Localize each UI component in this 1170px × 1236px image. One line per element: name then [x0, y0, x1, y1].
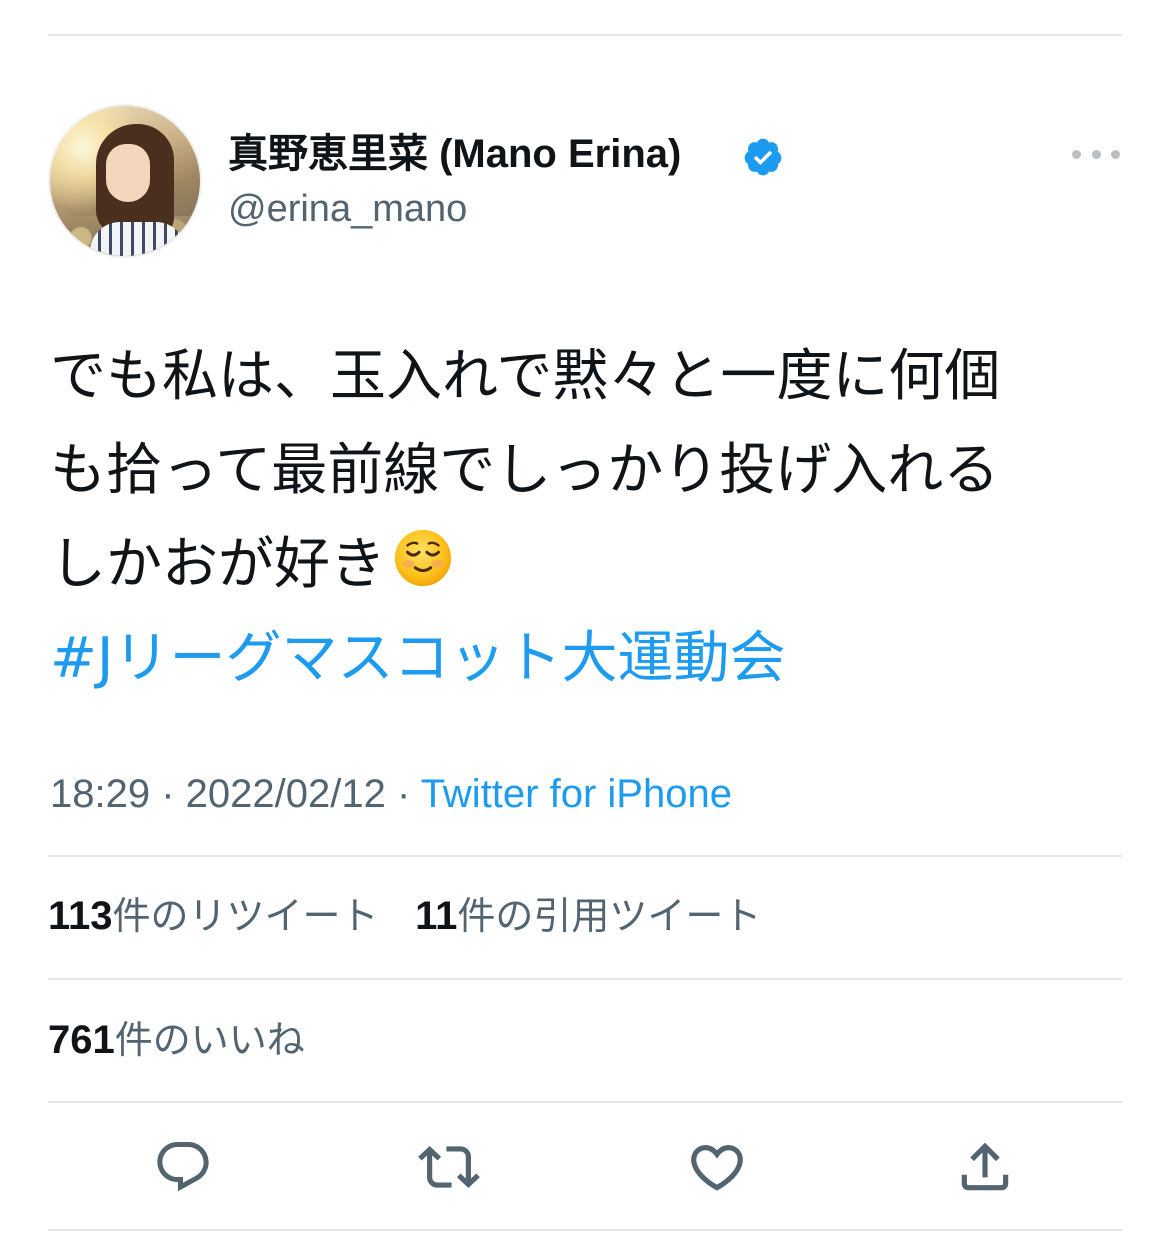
tweet-text: でも私は、玉入れで黙々と一度に何個 も拾って最前線でしっかり投げ入れる しかおが…: [50, 330, 1130, 706]
avatar-face: [106, 144, 150, 202]
tweet-text-line: も拾って最前線でしっかり投げ入れる: [50, 438, 1000, 503]
more-options-button[interactable]: [1072, 140, 1120, 168]
retweet-button[interactable]: [416, 1134, 482, 1200]
meta-divider: [48, 855, 1122, 857]
tweet-source-link[interactable]: Twitter for iPhone: [421, 772, 732, 816]
more-dot-icon: [1091, 149, 1101, 159]
verified-badge-icon: [744, 138, 782, 176]
tweet-time[interactable]: 18:29: [50, 772, 150, 816]
share-icon: [961, 1142, 1009, 1191]
author-handle[interactable]: @erina_mano: [228, 186, 467, 232]
reply-button[interactable]: [150, 1134, 216, 1200]
quote-label: 件の引用ツイート: [457, 896, 762, 938]
retweet-stats-row: 113件のリツイート 11件の引用ツイート: [48, 892, 761, 941]
tweet-date[interactable]: 2022/02/12: [186, 772, 386, 816]
meta-separator: ·: [150, 772, 186, 816]
smiling-face-emoji-icon: [394, 529, 452, 587]
like-count: 761: [48, 1018, 115, 1062]
avatar[interactable]: [48, 104, 202, 258]
reply-icon: [157, 1142, 209, 1192]
action-bar: [0, 1134, 1170, 1200]
retweets-stat[interactable]: 113件のリツイート: [48, 894, 379, 938]
likes-stat[interactable]: 761件のいいね: [48, 1018, 305, 1062]
top-divider: [48, 34, 1122, 36]
author-display-name[interactable]: 真野恵里菜 (Mano Erina): [228, 130, 681, 178]
meta-separator: ·: [385, 772, 421, 816]
quote-count: 11: [415, 894, 458, 938]
share-button[interactable]: [952, 1134, 1018, 1200]
retweet-label: 件のリツイート: [112, 896, 379, 938]
tweet-metadata: 18:29 · 2022/02/12 · Twitter for iPhone: [50, 770, 732, 818]
like-button[interactable]: [684, 1134, 750, 1200]
quotes-stat[interactable]: 11件の引用ツイート: [415, 894, 762, 938]
avatar-shirt: [90, 222, 186, 256]
like-stats-row: 761件のいいね: [48, 1016, 305, 1065]
tweet-text-segment: しかおが好き: [50, 532, 386, 597]
like-icon: [691, 1145, 743, 1191]
tweet-text-line: しかおが好き: [50, 518, 1130, 612]
bottom-divider: [48, 1229, 1122, 1231]
more-dot-icon: [1111, 149, 1120, 159]
hashtag-link[interactable]: #Jリーグマスコット大運動会: [50, 612, 1130, 706]
more-dot-icon: [1072, 149, 1081, 159]
tweet-text-line: でも私は、玉入れで黙々と一度に何個: [50, 344, 1001, 409]
retweet-icon: [418, 1146, 480, 1188]
stats-divider: [48, 978, 1122, 980]
like-label: 件のいいね: [114, 1020, 305, 1062]
likes-divider: [48, 1101, 1122, 1103]
retweet-count: 113: [48, 894, 113, 938]
